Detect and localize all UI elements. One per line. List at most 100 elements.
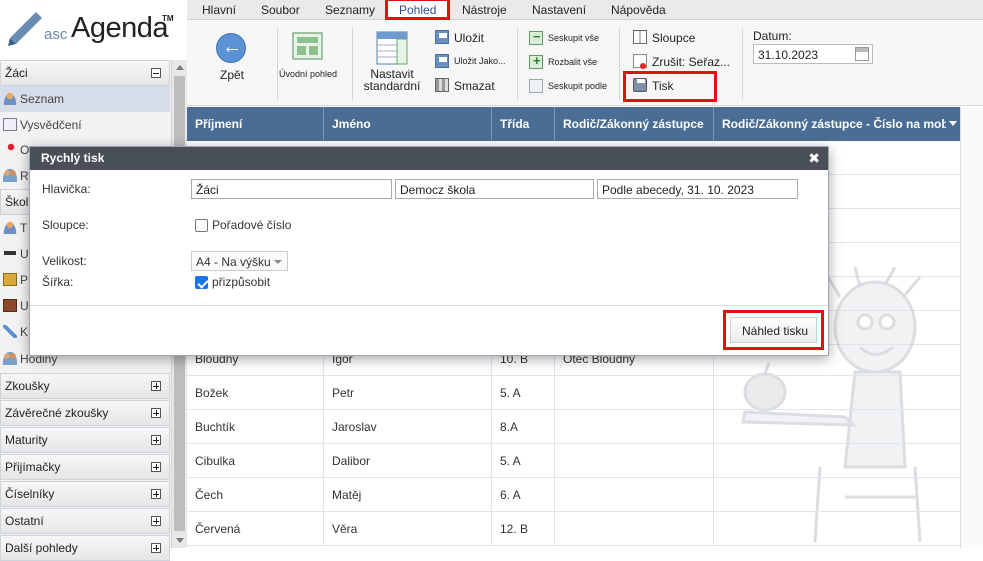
- expand-all-button[interactable]: Rozbalit vše: [529, 53, 619, 73]
- scroll-up-icon[interactable]: [176, 65, 184, 70]
- sidebar-section-ostatni[interactable]: Ostatní: [0, 508, 170, 534]
- dropdown-arrow-icon[interactable]: [949, 121, 957, 126]
- logo-prefix: asc: [44, 26, 68, 43]
- header-field-1[interactable]: Žáci: [191, 179, 392, 199]
- back-arrow-icon: [216, 33, 246, 63]
- ribbon-separator: [517, 28, 518, 100]
- cancel-sort-button[interactable]: Zrušit: Seřaz...: [633, 52, 743, 72]
- sidebar-section-zkousky[interactable]: Zkoušky: [0, 373, 170, 399]
- width-label: Šířka:: [42, 275, 74, 289]
- column-header-prijmeni[interactable]: Příjmení: [187, 107, 324, 141]
- expand-icon[interactable]: [151, 381, 161, 391]
- sidebar-section-zaci[interactable]: Žáci: [0, 60, 170, 86]
- sidebar-section-maturity[interactable]: Maturity: [0, 427, 170, 453]
- ribbon-separator: [352, 28, 353, 100]
- column-header-trida[interactable]: Třída: [492, 107, 555, 141]
- columns-button[interactable]: Sloupce: [633, 28, 733, 48]
- back-button[interactable]: Zpět: [187, 20, 277, 106]
- sidebar-item-vysvedceni[interactable]: Vysvědčení: [0, 112, 170, 138]
- expand-icon[interactable]: [151, 543, 161, 553]
- cell-jmeno: Jaroslav: [324, 410, 492, 444]
- close-icon[interactable]: ✖: [808, 150, 820, 167]
- column-header-rodic[interactable]: Rodič/Zákonný zástupce: [555, 107, 714, 141]
- dialog-header: Rychlý tisk ✖: [30, 147, 828, 170]
- table-scrollbar[interactable]: [960, 107, 983, 548]
- fit-checkbox[interactable]: [195, 276, 208, 289]
- expand-icon[interactable]: [151, 408, 161, 418]
- sidebar-section-zaverecne-zkousky[interactable]: Závěrečné zkoušky: [0, 400, 170, 426]
- sidebar-section-dalsi-pohledy[interactable]: Další pohledy: [0, 535, 170, 561]
- print-preview-button[interactable]: Náhled tisku: [730, 317, 817, 343]
- logo-tm: TM: [162, 14, 174, 23]
- graduation-cap-icon: [3, 247, 17, 260]
- save-as-button[interactable]: Uložit Jako...: [435, 52, 515, 72]
- save-button[interactable]: Uložit: [435, 28, 515, 48]
- table-row[interactable]: Čech Matěj 6. A: [187, 478, 960, 512]
- cancel-sort-icon: [633, 54, 647, 69]
- logo-name: Agenda: [71, 12, 169, 44]
- pin-icon: [3, 143, 17, 156]
- cell-jmeno: Matěj: [324, 478, 492, 512]
- group-by-button[interactable]: Seskupit podle: [529, 77, 619, 97]
- cell-rodic: [555, 512, 714, 546]
- collapse-all-button[interactable]: Seskupit vše: [529, 29, 619, 49]
- date-field[interactable]: 31.10.2023: [753, 44, 873, 64]
- save-as-icon: [435, 54, 449, 68]
- people-icon: [3, 352, 17, 365]
- table-row[interactable]: Cibulka Dalibor 5. A: [187, 444, 960, 478]
- print-button-highlight: [623, 71, 717, 102]
- expand-icon[interactable]: [151, 435, 161, 445]
- cell-jmeno: Dalibor: [324, 444, 492, 478]
- menu-soubor[interactable]: Soubor: [261, 3, 300, 17]
- size-select[interactable]: A4 - Na výšku: [191, 251, 288, 271]
- cell-trida: 5. A: [492, 444, 555, 478]
- sidebar-item-seznam[interactable]: Seznam: [0, 86, 170, 112]
- quick-print-dialog: Rychlý tisk ✖ Hlavička: Žáci Democz škol…: [29, 146, 829, 356]
- header-field-2[interactable]: Democz škola: [395, 179, 594, 199]
- menu-pohled[interactable]: Pohled: [385, 0, 451, 20]
- size-label: Velikost:: [42, 254, 87, 268]
- set-standard-button[interactable]: Nastavit standardní: [358, 20, 426, 106]
- layout-icon: [292, 32, 323, 60]
- menu-hlavni[interactable]: Hlavní: [202, 3, 236, 17]
- column-header-jmeno[interactable]: Jméno: [324, 107, 492, 141]
- menu-napoveda[interactable]: Nápověda: [611, 3, 666, 17]
- collapse-group-icon: [529, 29, 543, 45]
- header-field-3[interactable]: Podle abecedy, 31. 10. 2023: [597, 179, 798, 199]
- app-logo: asc Agenda TM: [0, 0, 187, 60]
- scroll-down-icon[interactable]: [176, 538, 184, 543]
- expand-icon[interactable]: [151, 516, 161, 526]
- table-layout-icon: [376, 31, 408, 65]
- cell-jmeno: Petr: [324, 376, 492, 410]
- home-view-button[interactable]: Úvodní pohled: [279, 20, 337, 106]
- sidebar-section-ciselniky[interactable]: Číselníky: [0, 481, 170, 507]
- cell-prijmeni: Čech: [187, 478, 324, 512]
- menu-nastroje[interactable]: Nástroje: [462, 3, 507, 17]
- table-row[interactable]: Červená Věra 12. B: [187, 512, 960, 546]
- expand-icon[interactable]: [151, 462, 161, 472]
- cell-trida: 5. A: [492, 376, 555, 410]
- menu-nastaveni[interactable]: Nastavení: [532, 3, 586, 17]
- sidebar-section-prijimacky[interactable]: Přijímačky: [0, 454, 170, 480]
- columns-label: Sloupce:: [42, 218, 89, 232]
- print-preview-button-highlight: Náhled tisku: [723, 310, 824, 350]
- cell-rodic: [555, 410, 714, 444]
- column-header-rodic-mobil[interactable]: Rodič/Zákonný zástupce - Číslo na mobil: [714, 107, 960, 141]
- table-row[interactable]: Buchtík Jaroslav 8.A: [187, 410, 960, 444]
- cell-rodic: [555, 444, 714, 478]
- cell-trida: 6. A: [492, 478, 555, 512]
- order-number-checkbox[interactable]: [195, 219, 208, 232]
- teacher-icon: [3, 221, 17, 234]
- order-number-label: Pořadové číslo: [212, 218, 292, 232]
- table-row[interactable]: Božek Petr 5. A: [187, 376, 960, 410]
- table-header: Příjmení Jméno Třída Rodič/Zákonný zástu…: [187, 107, 960, 141]
- collapse-icon[interactable]: [151, 68, 161, 78]
- delete-button[interactable]: Smazat: [435, 76, 515, 96]
- calendar-icon[interactable]: [855, 47, 869, 61]
- expand-icon[interactable]: [151, 489, 161, 499]
- header-label: Hlavička:: [42, 182, 91, 196]
- fit-label: přizpůsobit: [212, 275, 271, 289]
- cell-prijmeni: Červená: [187, 512, 324, 546]
- dialog-divider: [30, 305, 828, 306]
- menu-seznamy[interactable]: Seznamy: [325, 3, 375, 17]
